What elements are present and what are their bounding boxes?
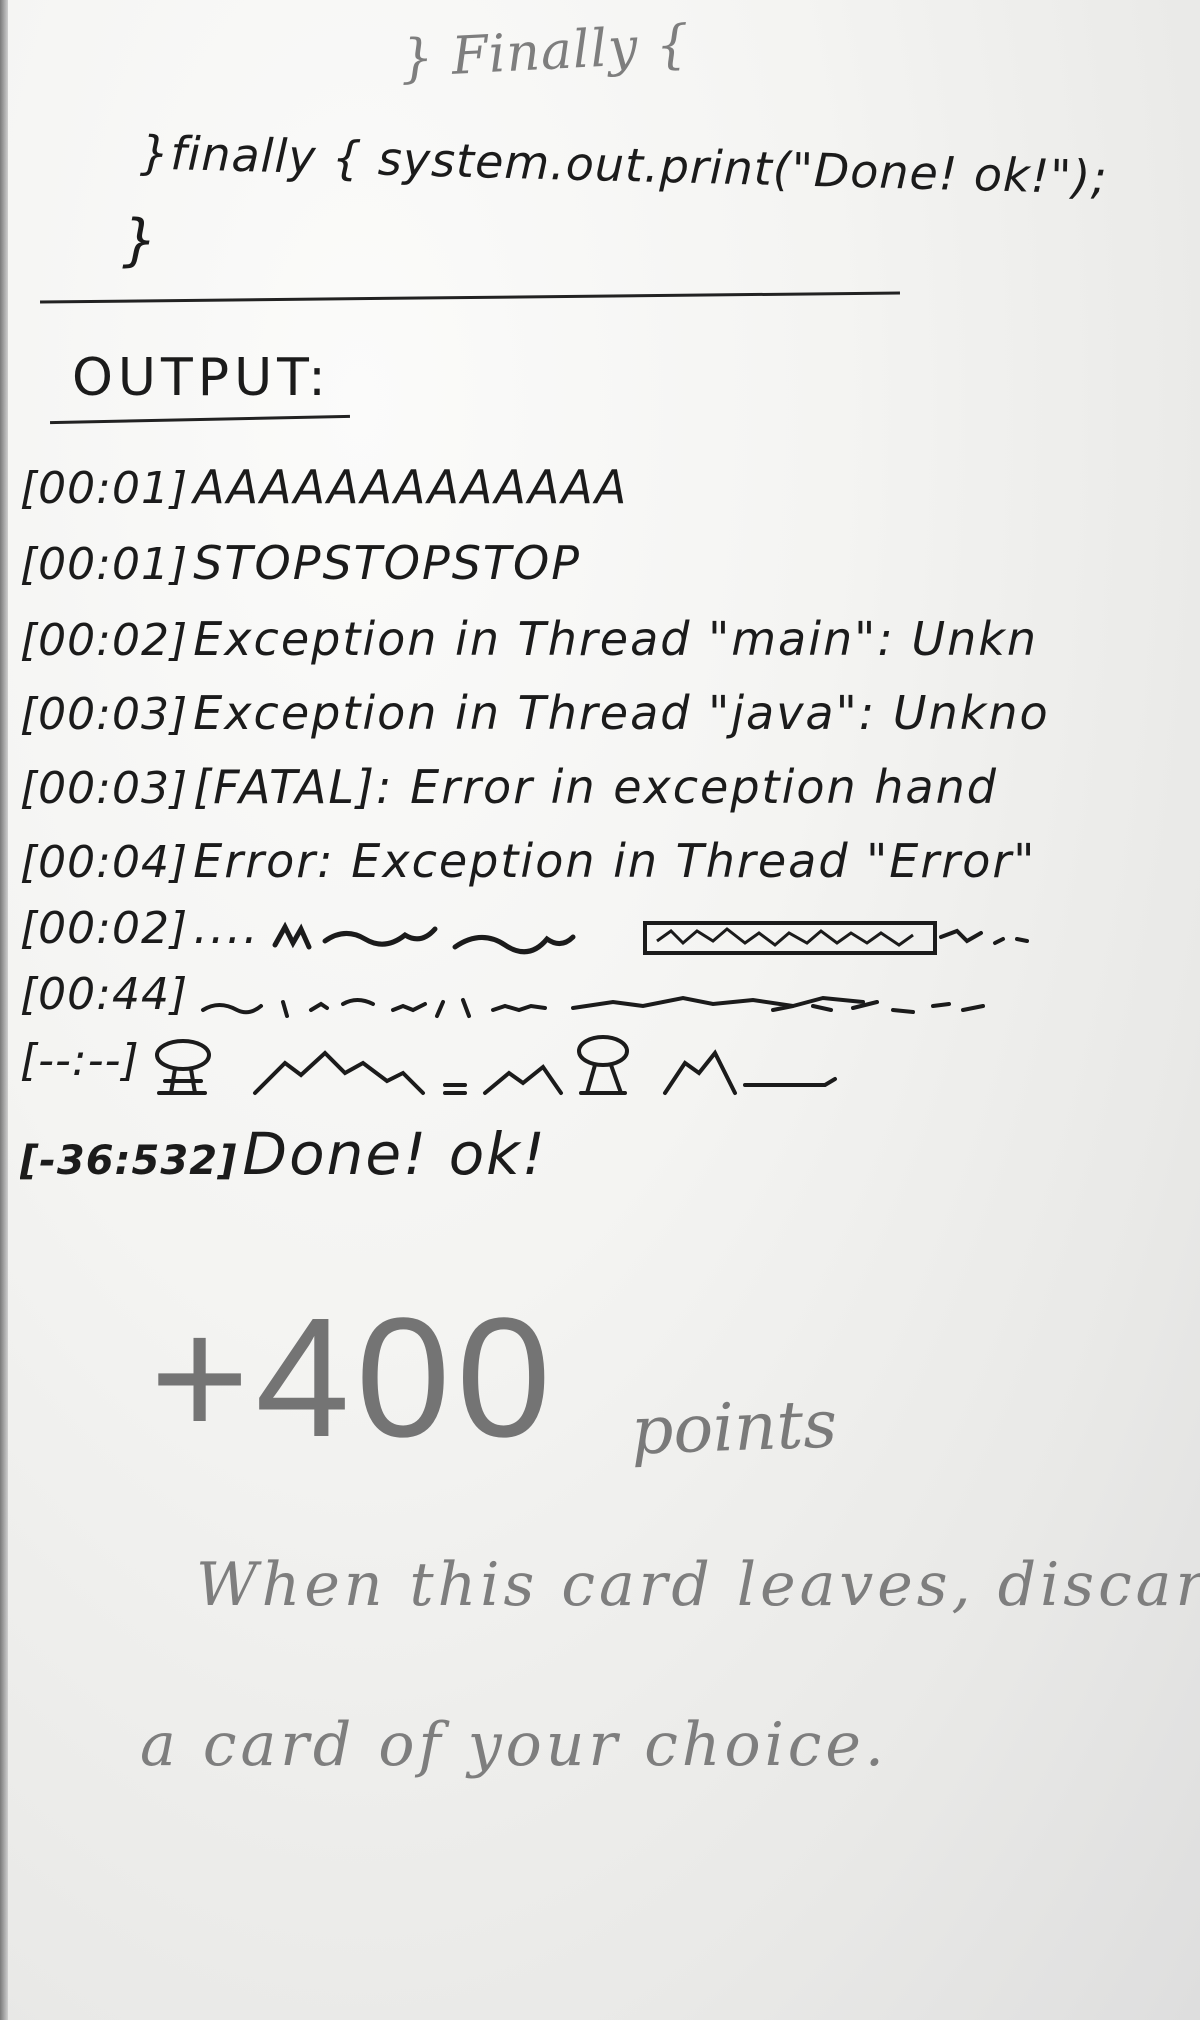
output-heading-underline — [50, 414, 350, 425]
log-line-glitched: [00:44] — [20, 966, 1200, 1026]
log-message: Done! ok! — [242, 1120, 548, 1188]
log-message: Exception in Thread "main": Unkn — [193, 612, 1039, 666]
log-timestamp: [-36:532] — [20, 1138, 238, 1184]
points-label: points — [629, 1385, 839, 1470]
log-timestamp: [00:03] — [20, 689, 189, 740]
log-timestamp: [00:44] — [20, 969, 189, 1020]
log-line: [00:03] Exception in Thread "java": Unkn… — [20, 686, 1200, 746]
log-line-glitched: [--:--] — [20, 1032, 1200, 1108]
log-timestamp: [00:03] — [20, 763, 189, 814]
points-value: +400 — [150, 1283, 557, 1473]
points-reward: +400 points — [150, 1280, 839, 1473]
playing-card: } Finally { }finally { system.out.print(… — [0, 0, 1200, 2020]
log-line: [00:03] [FATAL]: Error in exception hand — [20, 760, 1200, 820]
log-line-done: [-36:532] Done! ok! — [20, 1120, 1200, 1190]
log-message: Error: Exception in Thread "Error" — [193, 834, 1037, 888]
log-line: [00:01] AAAAAAAAAAAAA — [20, 460, 1200, 520]
log-timestamp: [--:--] — [20, 1035, 140, 1086]
glitch-scribble — [272, 920, 1029, 955]
log-line: [00:01] STOPSTOPSTOP — [20, 536, 1200, 596]
finally-print-statement: }finally { system.out.print("Done! ok!")… — [139, 125, 1109, 205]
closing-brace: } — [122, 208, 159, 273]
glitch-scribble — [201, 995, 986, 1018]
log-message: .... — [193, 900, 260, 954]
glitch-landscape — [154, 1034, 837, 1095]
section-divider — [40, 291, 900, 304]
output-heading: OUTPUT: — [72, 348, 331, 408]
log-timestamp: [00:04] — [20, 837, 189, 888]
log-timestamp: [00:01] — [20, 463, 189, 514]
log-line: [00:02] Exception in Thread "main": Unkn — [20, 612, 1200, 672]
pencil-finally-line: } Finally { — [398, 14, 692, 90]
log-line-glitched: [00:02] .... — [20, 900, 1200, 960]
log-message: AAAAAAAAAAAAA — [193, 460, 629, 514]
log-message: [FATAL]: Error in exception hand — [193, 760, 998, 814]
log-message: STOPSTOPSTOP — [193, 536, 581, 590]
log-timestamp: [00:01] — [20, 539, 189, 590]
log-message: Exception in Thread "java": Unkno — [193, 686, 1050, 740]
card-ability-line-1: When this card leaves, discard — [196, 1550, 1200, 1620]
card-ability-line-2: a card of your choice. — [140, 1710, 888, 1780]
log-timestamp: [00:02] — [20, 903, 189, 954]
log-timestamp: [00:02] — [20, 615, 189, 666]
log-line: [00:04] Error: Exception in Thread "Erro… — [20, 834, 1200, 894]
